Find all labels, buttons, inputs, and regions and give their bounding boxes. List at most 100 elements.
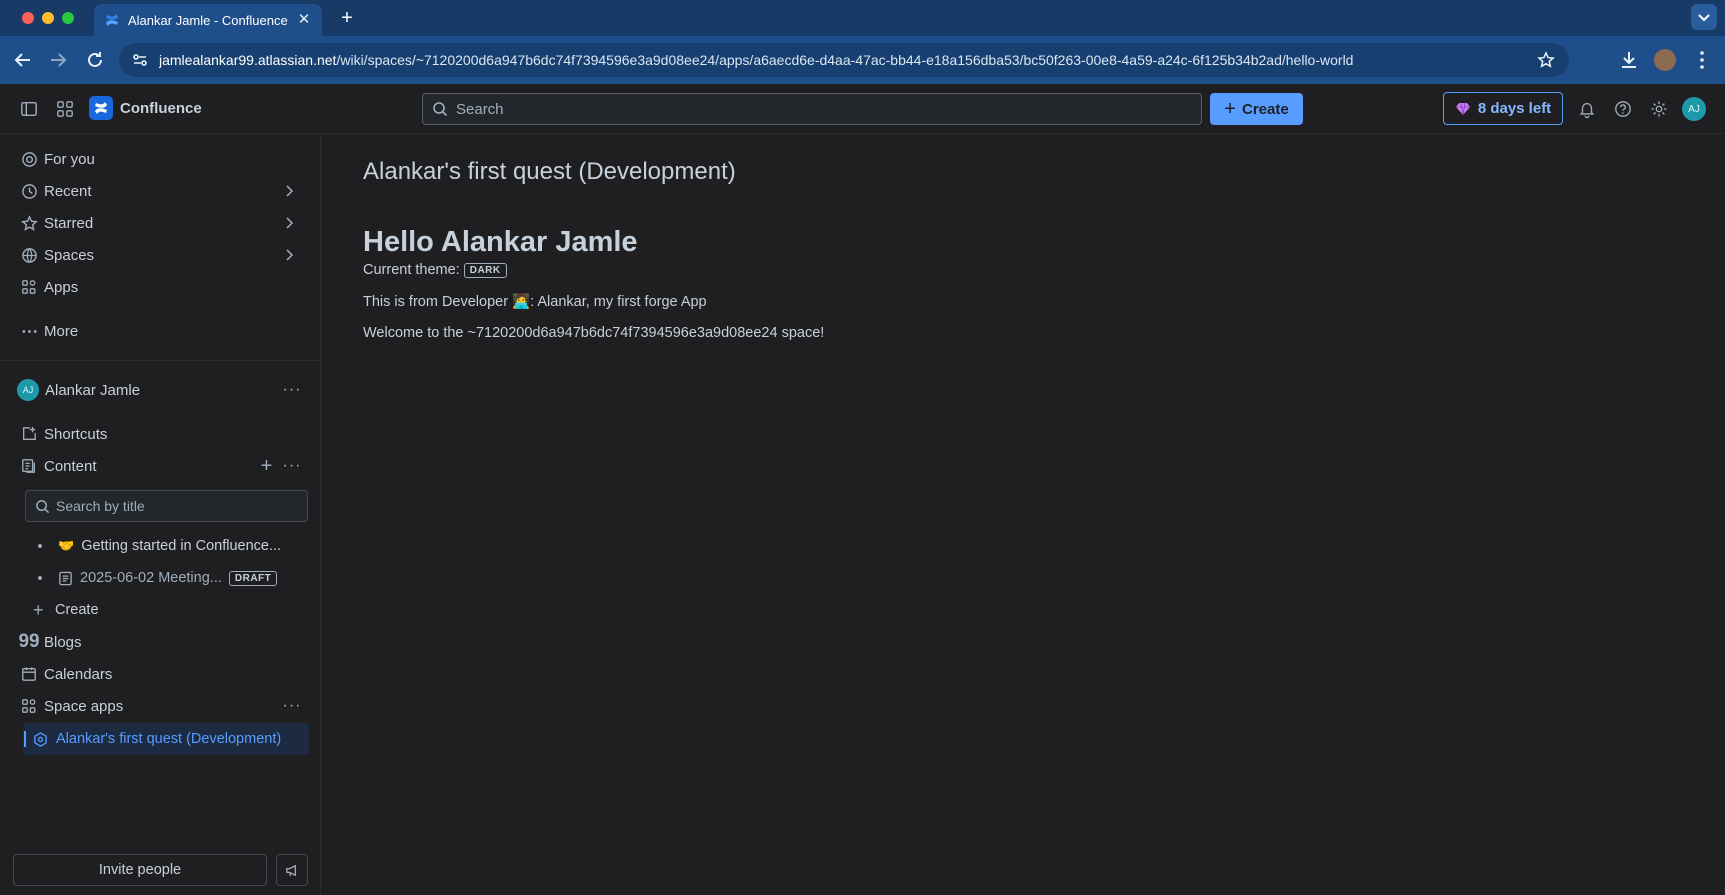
- space-header[interactable]: AJ Alankar Jamle: [11, 376, 311, 404]
- sidebar-item-label: Apps: [44, 278, 79, 296]
- browser-tab[interactable]: Alankar Jamle - Confluence ✕: [94, 4, 322, 36]
- sidebar-item-label: Blogs: [44, 633, 82, 651]
- downloads-button[interactable]: [1617, 48, 1641, 72]
- sidebar-item-spaces[interactable]: Spaces: [11, 241, 311, 269]
- space-more-actions-icon[interactable]: ···: [282, 380, 302, 400]
- chevron-right-icon[interactable]: [281, 183, 297, 199]
- product-name[interactable]: Confluence: [120, 100, 202, 117]
- space-apps-more-actions-icon[interactable]: ···: [282, 696, 302, 716]
- megaphone-icon: [285, 864, 296, 876]
- sidebar-item-recent[interactable]: Recent: [11, 177, 311, 205]
- gear-icon: [1651, 101, 1667, 117]
- invite-people-button[interactable]: Invite people: [13, 854, 267, 886]
- user-avatar[interactable]: AJ: [1682, 97, 1706, 121]
- settings-button[interactable]: [1647, 97, 1671, 121]
- sidebar-item-space-apps[interactable]: Space apps: [11, 692, 311, 720]
- tab-close-icon[interactable]: ✕: [296, 12, 312, 28]
- quote-icon: 99: [18, 631, 40, 652]
- search-icon: [36, 499, 50, 513]
- sidebar-item-calendars[interactable]: Calendars: [11, 660, 311, 688]
- sidebar-item-label: Recent: [44, 182, 92, 200]
- window-maximize-button[interactable]: [62, 12, 74, 24]
- sidebar-item-label: Space apps: [44, 697, 124, 715]
- calendar-icon: [20, 665, 38, 683]
- app-top-nav: Confluence + Create 8 days left AJ: [0, 84, 1725, 134]
- help-icon: [1615, 101, 1631, 117]
- arrow-right-icon: [51, 53, 67, 67]
- address-bar[interactable]: jamlealankar99.atlassian.net/wiki/spaces…: [119, 43, 1569, 77]
- confluence-logo-icon[interactable]: [89, 96, 113, 120]
- search-by-title-input[interactable]: [56, 498, 296, 514]
- sidebar-item-active-app[interactable]: Alankar's first quest (Development): [23, 723, 309, 755]
- more-icon: [20, 322, 38, 340]
- download-icon: [1622, 52, 1636, 68]
- draft-badge: DRAFT: [228, 570, 278, 586]
- trial-label: 8 days left: [1477, 100, 1552, 117]
- content-more-actions-icon[interactable]: ···: [282, 456, 302, 476]
- sidebar-item-more[interactable]: More: [11, 317, 311, 345]
- chevron-down-icon: [1698, 14, 1710, 22]
- browser-tab-bar: Alankar Jamle - Confluence ✕ +: [0, 0, 1725, 36]
- theme-label: Current theme:: [363, 262, 460, 278]
- window-minimize-button[interactable]: [42, 12, 54, 24]
- globe-icon: [20, 246, 38, 264]
- sidebar-item-starred[interactable]: Starred: [11, 209, 311, 237]
- reload-button[interactable]: [84, 49, 106, 71]
- arrow-left-icon: [14, 53, 30, 67]
- sidebar-item-label: Spaces: [44, 246, 95, 264]
- hello-heading: Hello Alankar Jamle: [363, 226, 638, 258]
- browser-menu-button[interactable]: [1690, 48, 1714, 72]
- sidebar-item-shortcuts[interactable]: Shortcuts: [11, 420, 311, 448]
- sidebar-item-label: Starred: [44, 214, 94, 232]
- sidebar: For you Recent Starred Spaces Apps More …: [0, 134, 321, 895]
- sidebar-item-for-you[interactable]: For you: [11, 145, 311, 173]
- add-content-icon[interactable]: +: [257, 456, 277, 476]
- notifications-button[interactable]: [1575, 97, 1599, 121]
- create-button[interactable]: + Create: [1210, 93, 1303, 125]
- sidebar-item-label: Content: [44, 457, 97, 475]
- url-text: jamlealankar99.atlassian.net/wiki/spaces…: [159, 52, 1353, 68]
- page-title: Alankar's first quest (Development): [363, 158, 736, 185]
- sidebar-toggle-button[interactable]: [17, 97, 41, 121]
- profile-avatar[interactable]: [1654, 49, 1676, 71]
- sidebar-toggle-icon: [21, 101, 37, 117]
- global-search[interactable]: [422, 93, 1202, 125]
- content-search[interactable]: [25, 490, 308, 522]
- feedback-button[interactable]: [276, 854, 308, 886]
- create-page-item[interactable]: + Create: [33, 596, 311, 624]
- site-settings-icon[interactable]: [131, 51, 149, 69]
- page-tree-item[interactable]: 🤝 Getting started in Confluence...: [33, 532, 311, 560]
- search-input[interactable]: [456, 100, 1156, 118]
- bookmark-star-icon[interactable]: [1537, 51, 1555, 69]
- page-icon: [58, 571, 73, 586]
- confluence-favicon-icon: [106, 14, 118, 26]
- sidebar-item-label: More: [44, 322, 79, 340]
- new-tab-button[interactable]: +: [336, 7, 358, 29]
- plus-icon: +: [1224, 98, 1236, 120]
- sidebar-item-apps[interactable]: Apps: [11, 273, 311, 301]
- trial-button[interactable]: 8 days left: [1443, 92, 1563, 125]
- help-button[interactable]: [1611, 97, 1635, 121]
- active-app-label: Alankar's first quest (Development): [56, 731, 282, 747]
- back-button[interactable]: [12, 49, 34, 71]
- bell-icon: [1579, 102, 1595, 118]
- tree-bullet: [38, 576, 42, 580]
- apps-icon: [20, 278, 38, 296]
- space-avatar: AJ: [17, 379, 39, 401]
- sidebar-item-blogs[interactable]: 99 Blogs: [11, 628, 311, 656]
- forward-button[interactable]: [47, 49, 69, 71]
- main-content: Alankar's first quest (Development) Hell…: [321, 134, 1725, 895]
- chevron-right-icon[interactable]: [281, 215, 297, 231]
- window-close-button[interactable]: [22, 12, 34, 24]
- hexagon-app-icon: [33, 731, 48, 747]
- tab-search-button[interactable]: [1691, 4, 1717, 30]
- page-title: Getting started in Confluence...: [81, 538, 282, 554]
- tree-bullet: [38, 544, 42, 548]
- reload-icon: [88, 52, 102, 67]
- sidebar-item-label: Shortcuts: [44, 425, 108, 443]
- page-tree-item[interactable]: 2025-06-02 Meeting... DRAFT: [33, 564, 311, 592]
- sidebar-divider: [0, 360, 321, 361]
- developer-text: This is from Developer 🧑‍💻: Alankar, my …: [363, 294, 707, 310]
- app-switcher-button[interactable]: [53, 97, 77, 121]
- chevron-right-icon[interactable]: [281, 247, 297, 263]
